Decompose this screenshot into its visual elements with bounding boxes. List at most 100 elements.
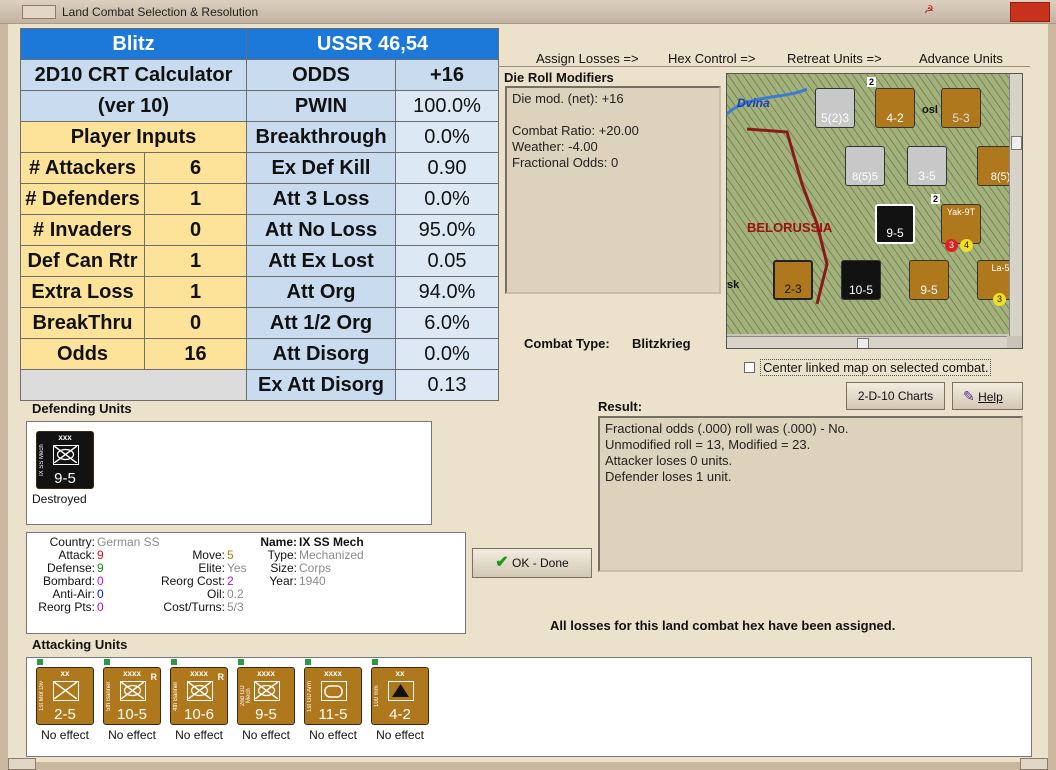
map-horizontal-scrollbar[interactable]	[727, 336, 1007, 348]
unit-size: xx	[395, 669, 405, 678]
stack-badge: 3	[945, 239, 958, 252]
input-value[interactable]: 1	[144, 245, 247, 277]
input-value[interactable]: 6	[144, 152, 247, 184]
linked-map[interactable]: Dvina BELORUSSIA sk osl 5(2)3 4-2 5-3 8(…	[726, 73, 1023, 349]
output-value: +16	[394, 59, 500, 91]
map-vertical-scrollbar[interactable]	[1009, 74, 1022, 336]
unit-status: No effect	[41, 728, 89, 742]
output-label: Att 1/2 Org	[246, 307, 396, 339]
output-value: 0.0%	[394, 121, 500, 153]
close-button[interactable]	[1010, 2, 1050, 22]
stack-badge: 2	[867, 77, 876, 87]
tab-retreat-units[interactable]: Retreat Units =>	[787, 51, 882, 66]
empty-cell	[20, 369, 247, 401]
attacking-unit-counter[interactable]: xxxx 4th Banner R 10-6	[170, 667, 228, 725]
input-value[interactable]: 1	[144, 183, 247, 215]
calc-title: 2D10 CRT Calculator	[20, 59, 247, 91]
player-inputs-heading: Player Inputs	[20, 121, 247, 153]
input-value[interactable]: 1	[144, 276, 247, 308]
map-counter[interactable]: 2-3	[773, 260, 813, 300]
output-label: Ex Def Kill	[246, 152, 396, 184]
output-label: ODDS	[246, 59, 396, 91]
status-message: All losses for this land combat hex have…	[550, 618, 896, 633]
ok-done-button[interactable]: ✔ OK - Done	[472, 548, 592, 578]
die-roll-line	[512, 107, 714, 123]
unit-flag: R	[150, 672, 158, 682]
input-label: # Attackers	[20, 152, 145, 184]
map-counter-selected[interactable]: 9-5	[875, 204, 915, 244]
unit-size: xxx	[58, 433, 72, 442]
map-counter[interactable]: 3-5	[907, 146, 947, 186]
counter-value: 5-3	[952, 111, 970, 125]
die-roll-title: Die Roll Modifiers	[504, 70, 614, 85]
book-icon: ✎	[963, 388, 975, 404]
input-value[interactable]: 0	[144, 307, 247, 339]
unit-status: No effect	[376, 728, 424, 742]
input-label: Odds	[20, 338, 145, 370]
scroll-thumb[interactable]	[857, 338, 869, 348]
unit-value: 10-5	[116, 706, 148, 723]
unit-indicator	[372, 659, 378, 665]
stack-badge: 4	[960, 239, 973, 252]
system-menu-button[interactable]	[22, 5, 56, 19]
input-label: # Invaders	[20, 214, 145, 246]
map-counter[interactable]: 10-5	[841, 260, 881, 300]
map-label-region: BELORUSSIA	[747, 220, 833, 235]
map-counter[interactable]: 4-2	[875, 88, 915, 128]
map-label-city: sk	[727, 279, 740, 291]
unit-status: No effect	[242, 728, 290, 742]
input-value[interactable]: 0	[144, 214, 247, 246]
unit-size: xxxx	[324, 669, 342, 678]
attacking-units-panel: xx 1st Mot Div 2-5 No effect xxxx 5th Banner R…	[26, 657, 1032, 757]
help-button[interactable]: ✎ Help	[952, 382, 1023, 410]
calc-header-right: USSR 46,54	[245, 28, 500, 60]
attacking-unit-counter[interactable]: xx 100 mm 4-2	[371, 667, 429, 725]
input-label: BreakThru	[20, 307, 145, 339]
attacking-unit-counter[interactable]: xxxx 5th Banner R 10-5	[103, 667, 161, 725]
center-map-checkbox[interactable]	[744, 362, 755, 373]
output-value: 94.0%	[394, 276, 500, 308]
unit-status: Destroyed	[32, 492, 87, 506]
info-key: Year:	[269, 574, 297, 588]
window-title: Land Combat Selection & Resolution	[62, 5, 259, 19]
tab-hex-control[interactable]: Hex Control =>	[668, 51, 755, 66]
charts-button[interactable]: 2-D-10 Charts	[846, 382, 945, 410]
output-value: 0.13	[394, 369, 500, 401]
map-counter[interactable]: 9-5	[909, 260, 949, 300]
info-value: 5/3	[227, 600, 244, 614]
unit-value: 4-2	[389, 706, 411, 723]
mech-infantry-icon	[53, 445, 79, 465]
counter-value: 3-5	[918, 169, 936, 183]
input-value[interactable]: 16	[144, 338, 247, 370]
tab-assign-losses[interactable]: Assign Losses =>	[536, 51, 639, 66]
counter-value: Yak-9T	[946, 207, 976, 217]
map-counter[interactable]: 8(5)5	[845, 146, 885, 186]
attacking-unit-counter[interactable]: xxxx 2nd GD Mech 9-5	[237, 667, 295, 725]
output-label: Ex Att Disorg	[246, 369, 396, 401]
map-label-city: osl	[922, 104, 938, 116]
unit-indicator	[238, 659, 244, 665]
center-map-label[interactable]: Center linked map on selected combat.	[760, 359, 992, 376]
scroll-thumb[interactable]	[1011, 136, 1022, 150]
unit-indicator	[171, 659, 177, 665]
attacking-unit-counter[interactable]: xx 1st Mot Div 2-5	[36, 667, 94, 725]
map-counter[interactable]: 5(2)3	[815, 88, 855, 128]
unit-info-right: Name: IX SS Mech Type: Mechanized Size: Cor…	[247, 536, 363, 588]
map-label-river: Dvina	[737, 96, 770, 110]
die-roll-line: Fractional Odds: 0	[512, 155, 619, 170]
info-key: Reorg Pts:	[38, 600, 95, 614]
output-label: Breakthrough	[246, 121, 396, 153]
tab-advance-units[interactable]: Advance Units	[919, 51, 1003, 66]
result-line: Fractional odds (.000) roll was (.000) -…	[605, 421, 849, 436]
attacking-unit-counter[interactable]: xxxx 1st GD Arm 11-5	[304, 667, 362, 725]
map-counter[interactable]: Yak-9T	[941, 204, 981, 244]
unit-status: No effect	[175, 728, 223, 742]
output-value: 0.0%	[394, 338, 500, 370]
counter-value: 9-5	[886, 226, 904, 240]
defending-unit-counter[interactable]: xxx IX SS Mech 9-5	[36, 431, 94, 489]
scroll-right-button[interactable]	[1020, 758, 1048, 770]
unit-info-panel: Country: German SS Attack: 9 Defense: 9 Bom…	[26, 532, 466, 634]
map-counter[interactable]: 5-3	[941, 88, 981, 128]
scroll-left-button[interactable]	[8, 758, 36, 770]
calc-header-left: Blitz	[20, 28, 247, 60]
